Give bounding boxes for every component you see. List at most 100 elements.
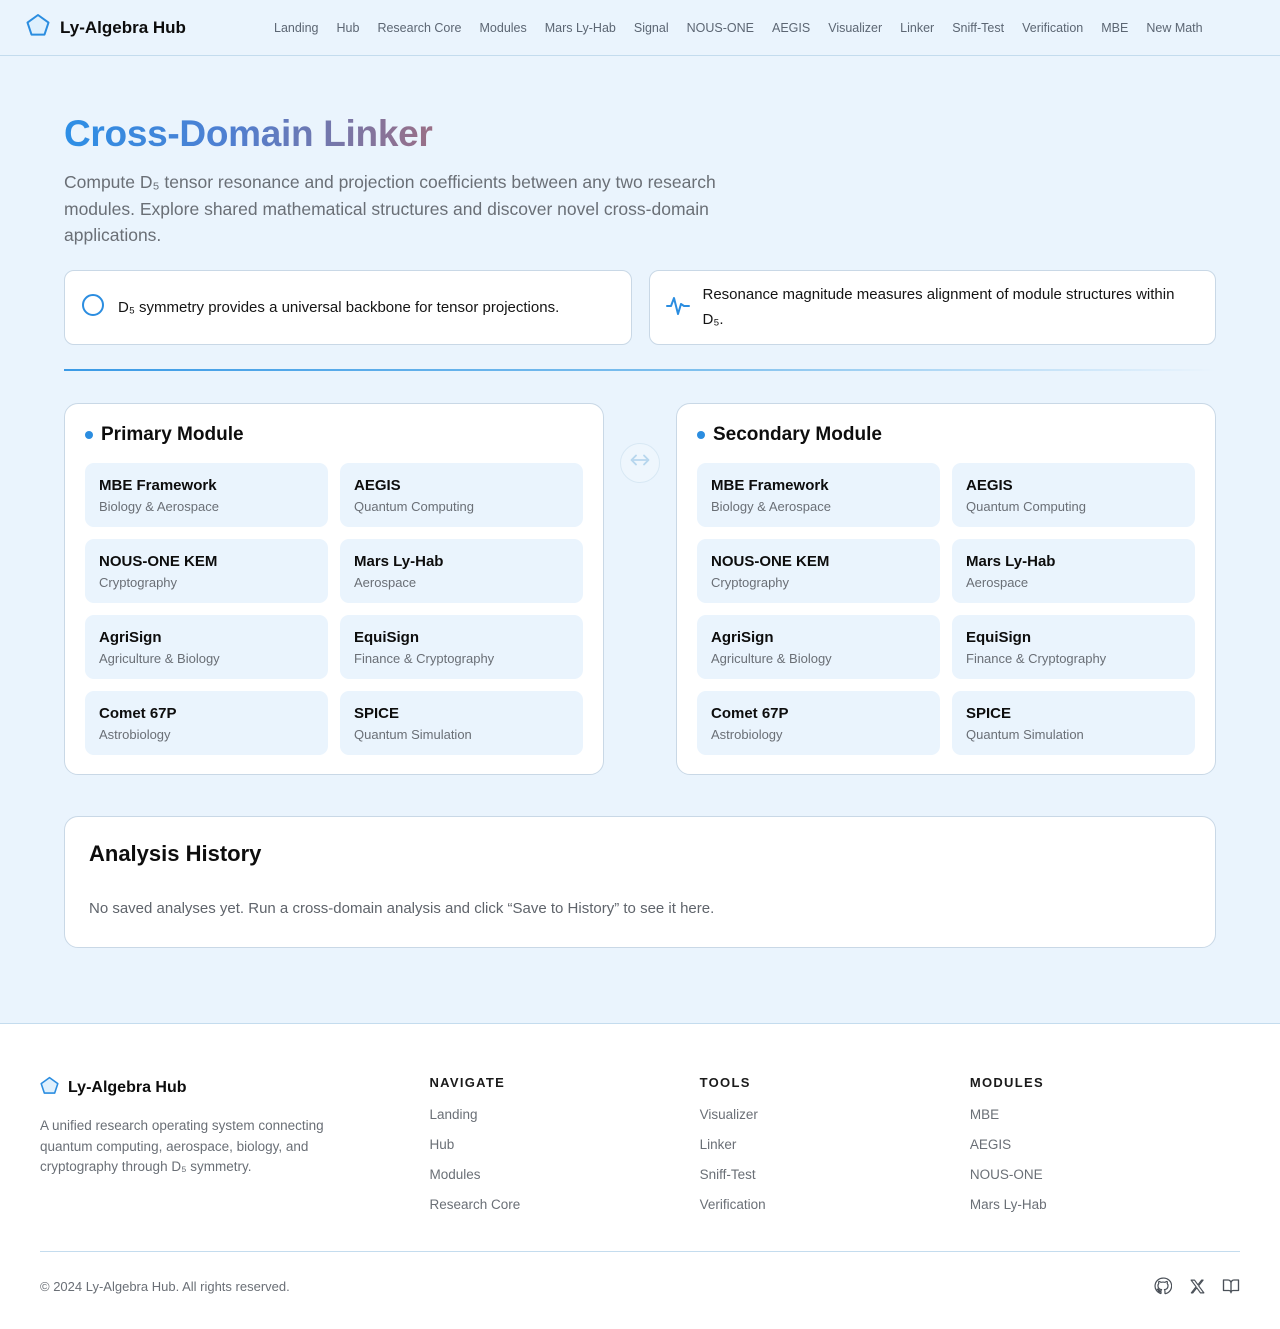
footer-brand-row[interactable]: Ly-Algebra Hub bbox=[40, 1076, 429, 1100]
swap-modules-button[interactable] bbox=[620, 442, 660, 483]
footer-link-research-core[interactable]: Research Core bbox=[429, 1197, 699, 1212]
info-note-text: Resonance magnitude measures alignment o… bbox=[702, 286, 1175, 328]
footer-link-mars-ly-hab[interactable]: Mars Ly-Hab bbox=[970, 1197, 1240, 1212]
section-divider bbox=[64, 368, 1216, 371]
info-note-text: D₅ symmetry provides a universal backbon… bbox=[118, 298, 560, 316]
nav-item-nous-one[interactable]: NOUS-ONE bbox=[678, 21, 763, 35]
nav-item-linker[interactable]: Linker bbox=[891, 21, 943, 35]
analysis-history-title: Analysis History bbox=[89, 840, 262, 866]
module-domain: Quantum Computing bbox=[354, 498, 474, 514]
pentagon-logo-icon bbox=[26, 13, 50, 42]
module-name: SPICE bbox=[354, 704, 400, 722]
module-domain: Quantum Computing bbox=[966, 498, 1086, 514]
primary-option-nous-one-kem[interactable]: NOUS-ONE KEM Cryptography bbox=[85, 538, 328, 603]
secondary-option-agrisign[interactable]: AgriSign Agriculture & Biology bbox=[697, 614, 940, 679]
module-name: MBE Framework bbox=[99, 476, 217, 494]
nav-item-modules[interactable]: Modules bbox=[471, 21, 536, 35]
primary-option-agrisign[interactable]: AgriSign Agriculture & Biology bbox=[85, 614, 328, 679]
module-domain: Agriculture & Biology bbox=[99, 650, 220, 666]
footer-link-sniff-test[interactable]: Sniff-Test bbox=[700, 1167, 970, 1182]
analysis-history-panel: Analysis History No saved analyses yet. … bbox=[64, 815, 1216, 948]
secondary-option-mbe-framework[interactable]: MBE Framework Biology & Aerospace bbox=[697, 462, 940, 527]
swap-arrows-icon bbox=[629, 453, 651, 472]
primary-option-mars-ly-hab[interactable]: Mars Ly-Hab Aerospace bbox=[340, 538, 583, 603]
footer-link-landing[interactable]: Landing bbox=[429, 1107, 699, 1122]
bullet-dot-icon bbox=[85, 430, 93, 439]
book-icon[interactable] bbox=[1222, 1277, 1240, 1295]
github-icon[interactable] bbox=[1154, 1277, 1172, 1295]
footer-link-linker[interactable]: Linker bbox=[700, 1137, 970, 1152]
page-title: Cross-Domain Linker bbox=[64, 113, 433, 154]
pulse-icon bbox=[665, 293, 690, 322]
nav-item-new-math[interactable]: New Math bbox=[1137, 21, 1211, 35]
nav-item-verification[interactable]: Verification bbox=[1013, 21, 1092, 35]
secondary-module-grid: MBE Framework Biology & Aerospace AEGIS Qu… bbox=[697, 462, 1195, 755]
footer-link-visualizer[interactable]: Visualizer bbox=[700, 1107, 970, 1122]
module-name: NOUS-ONE KEM bbox=[711, 552, 830, 570]
secondary-option-spice[interactable]: SPICE Quantum Simulation bbox=[952, 690, 1195, 755]
footer-link-aegis[interactable]: AEGIS bbox=[970, 1137, 1240, 1152]
module-domain: Finance & Cryptography bbox=[354, 650, 495, 666]
module-domain: Astrobiology bbox=[711, 726, 783, 742]
footer-column-tools: TOOLS Visualizer Linker Sniff-Test Verif… bbox=[700, 1074, 970, 1251]
brand[interactable]: Ly-Algebra Hub bbox=[26, 13, 274, 42]
module-domain: Biology & Aerospace bbox=[711, 498, 831, 514]
primary-module-card: Primary Module MBE Framework Biology & Ae… bbox=[64, 402, 604, 775]
nav-item-mbe[interactable]: MBE bbox=[1092, 21, 1137, 35]
nav-item-visualizer[interactable]: Visualizer bbox=[819, 21, 891, 35]
secondary-module-title: Secondary Module bbox=[713, 423, 882, 445]
secondary-option-mars-ly-hab[interactable]: Mars Ly-Hab Aerospace bbox=[952, 538, 1195, 603]
footer-link-verification[interactable]: Verification bbox=[700, 1197, 970, 1212]
circle-icon bbox=[81, 293, 105, 322]
info-note-symmetry: D₅ symmetry provides a universal backbon… bbox=[64, 269, 632, 345]
module-name: NOUS-ONE KEM bbox=[99, 552, 218, 570]
footer-column-title: NAVIGATE bbox=[429, 1075, 506, 1090]
info-note-resonance: Resonance magnitude measures alignment o… bbox=[648, 269, 1216, 345]
nav-item-sniff-test[interactable]: Sniff-Test bbox=[943, 21, 1013, 35]
nav-item-landing[interactable]: Landing bbox=[265, 21, 328, 35]
nav-item-research-core[interactable]: Research Core bbox=[368, 21, 470, 35]
primary-module-grid: MBE Framework Biology & Aerospace AEGIS Qu… bbox=[85, 462, 583, 755]
module-name: AgriSign bbox=[711, 628, 774, 646]
footer-link-hub[interactable]: Hub bbox=[429, 1137, 699, 1152]
primary-option-spice[interactable]: SPICE Quantum Simulation bbox=[340, 690, 583, 755]
footer-column-navigate: NAVIGATE Landing Hub Modules Research Co… bbox=[429, 1074, 699, 1251]
social-links bbox=[1154, 1277, 1240, 1295]
secondary-option-equisign[interactable]: EquiSign Finance & Cryptography bbox=[952, 614, 1195, 679]
footer-column-title: MODULES bbox=[969, 1075, 1044, 1090]
pentagon-logo-icon bbox=[40, 1076, 59, 1100]
module-domain: Cryptography bbox=[711, 574, 790, 590]
main-nav: Landing Hub Research Core Modules Mars L… bbox=[265, 0, 1212, 56]
footer-top: Ly-Algebra Hub A unified research operat… bbox=[40, 1024, 1240, 1252]
main-content: Cross-Domain Linker Compute D₅ tensor re… bbox=[0, 56, 1280, 948]
nav-item-mars-ly-hab[interactable]: Mars Ly-Hab bbox=[536, 21, 625, 35]
primary-option-mbe-framework[interactable]: MBE Framework Biology & Aerospace bbox=[85, 462, 328, 527]
primary-option-equisign[interactable]: EquiSign Finance & Cryptography bbox=[340, 614, 583, 679]
primary-module-title: Primary Module bbox=[101, 423, 244, 445]
nav-item-aegis[interactable]: AEGIS bbox=[763, 21, 819, 35]
top-navbar: Ly-Algebra Hub Landing Hub Research Core… bbox=[0, 0, 1280, 56]
module-domain: Finance & Cryptography bbox=[966, 650, 1107, 666]
primary-option-aegis[interactable]: AEGIS Quantum Computing bbox=[340, 462, 583, 527]
footer-column-title: TOOLS bbox=[699, 1075, 751, 1090]
swap-wrapper bbox=[604, 403, 676, 483]
module-name: EquiSign bbox=[966, 628, 1031, 646]
footer-link-mbe[interactable]: MBE bbox=[970, 1107, 1240, 1122]
secondary-option-aegis[interactable]: AEGIS Quantum Computing bbox=[952, 462, 1195, 527]
module-name: AgriSign bbox=[99, 628, 162, 646]
module-name: AEGIS bbox=[966, 476, 1013, 494]
x-icon[interactable] bbox=[1188, 1277, 1206, 1295]
secondary-option-nous-one-kem[interactable]: NOUS-ONE KEM Cryptography bbox=[697, 538, 940, 603]
secondary-option-comet-67p[interactable]: Comet 67P Astrobiology bbox=[697, 690, 940, 755]
footer-link-modules[interactable]: Modules bbox=[429, 1167, 699, 1182]
footer-description: A unified research operating system conn… bbox=[40, 1118, 324, 1174]
nav-item-signal[interactable]: Signal bbox=[625, 21, 678, 35]
nav-item-hub[interactable]: Hub bbox=[328, 21, 369, 35]
footer-column-modules: MODULES MBE AEGIS NOUS-ONE Mars Ly-Hab bbox=[970, 1074, 1240, 1251]
primary-option-comet-67p[interactable]: Comet 67P Astrobiology bbox=[85, 690, 328, 755]
module-domain: Aerospace bbox=[966, 574, 1029, 590]
footer-bottom: © 2024 Ly-Algebra Hub. All rights reserv… bbox=[40, 1252, 1240, 1321]
copyright-text: © 2024 Ly-Algebra Hub. All rights reserv… bbox=[40, 1278, 290, 1294]
footer-link-nous-one[interactable]: NOUS-ONE bbox=[970, 1167, 1240, 1182]
module-name: Mars Ly-Hab bbox=[966, 552, 1056, 570]
